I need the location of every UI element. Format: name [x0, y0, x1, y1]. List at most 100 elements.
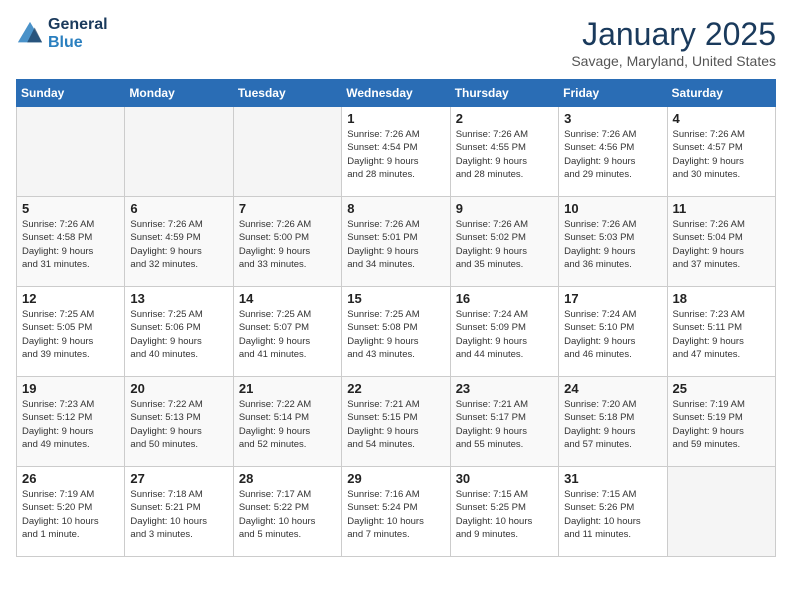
calendar-cell: 7Sunrise: 7:26 AM Sunset: 5:00 PM Daylig…: [233, 197, 341, 287]
day-number: 23: [456, 381, 553, 396]
calendar-cell: 8 Sunrise: 7:26 AM Sunset: 5:01 PM Daylig…: [342, 197, 450, 287]
day-info: Sunrise: 7:24 AM Sunset: 5:10 PM Dayligh…: [564, 308, 661, 361]
day-info: Sunrise: 7:17 AM Sunset: 5:22 PM Dayligh…: [239, 488, 336, 541]
calendar-cell: 26 Sunrise: 7:19 AM Sunset: 5:20 PM Dayli…: [17, 467, 125, 557]
calendar-week-4: 19 Sunrise: 7:23 AM Sunset: 5:12 PM Dayli…: [17, 377, 776, 467]
day-number: 6: [130, 201, 227, 216]
calendar-cell: 11Sunrise: 7:26 AM Sunset: 5:04 PM Dayli…: [667, 197, 775, 287]
weekday-header-tuesday: Tuesday: [233, 80, 341, 107]
day-number: 20: [130, 381, 227, 396]
day-number: 25: [673, 381, 770, 396]
calendar-cell: [17, 107, 125, 197]
day-number: 8: [347, 201, 444, 216]
calendar-cell: 6Sunrise: 7:26 AM Sunset: 4:59 PM Daylig…: [125, 197, 233, 287]
day-info: Sunrise: 7:26 AM Sunset: 5:03 PM Dayligh…: [564, 218, 661, 271]
day-info: Sunrise: 7:25 AM Sunset: 5:08 PM Dayligh…: [347, 308, 444, 361]
day-info: Sunrise: 7:23 AM Sunset: 5:12 PM Dayligh…: [22, 398, 119, 451]
day-info: Sunrise: 7:23 AM Sunset: 5:11 PM Dayligh…: [673, 308, 770, 361]
day-number: 13: [130, 291, 227, 306]
day-info: Sunrise: 7:26 AM Sunset: 4:56 PM Dayligh…: [564, 128, 661, 181]
calendar-week-3: 12 Sunrise: 7:25 AM Sunset: 5:05 PM Dayli…: [17, 287, 776, 377]
calendar-cell: 4 Sunrise: 7:26 AM Sunset: 4:57 PM Daylig…: [667, 107, 775, 197]
calendar-cell: 19 Sunrise: 7:23 AM Sunset: 5:12 PM Dayli…: [17, 377, 125, 467]
day-number: 28: [239, 471, 336, 486]
day-info: Sunrise: 7:21 AM Sunset: 5:17 PM Dayligh…: [456, 398, 553, 451]
day-number: 11: [673, 201, 770, 216]
calendar-cell: 9 Sunrise: 7:26 AM Sunset: 5:02 PM Daylig…: [450, 197, 558, 287]
month-title: January 2025: [571, 16, 776, 53]
day-info: Sunrise: 7:18 AM Sunset: 5:21 PM Dayligh…: [130, 488, 227, 541]
calendar-cell: 24 Sunrise: 7:20 AM Sunset: 5:18 PM Dayli…: [559, 377, 667, 467]
day-info: Sunrise: 7:26 AM Sunset: 4:54 PM Dayligh…: [347, 128, 444, 181]
calendar-cell: 12 Sunrise: 7:25 AM Sunset: 5:05 PM Dayli…: [17, 287, 125, 377]
calendar-cell: 21Sunrise: 7:22 AM Sunset: 5:14 PM Dayli…: [233, 377, 341, 467]
day-number: 22: [347, 381, 444, 396]
day-number: 31: [564, 471, 661, 486]
calendar-table: SundayMondayTuesdayWednesdayThursdayFrid…: [16, 79, 776, 557]
day-number: 29: [347, 471, 444, 486]
weekday-header-row: SundayMondayTuesdayWednesdayThursdayFrid…: [17, 80, 776, 107]
calendar-cell: 2 Sunrise: 7:26 AM Sunset: 4:55 PM Daylig…: [450, 107, 558, 197]
day-number: 12: [22, 291, 119, 306]
day-info: Sunrise: 7:20 AM Sunset: 5:18 PM Dayligh…: [564, 398, 661, 451]
day-number: 1: [347, 111, 444, 126]
calendar-week-5: 26 Sunrise: 7:19 AM Sunset: 5:20 PM Dayli…: [17, 467, 776, 557]
day-info: Sunrise: 7:15 AM Sunset: 5:26 PM Dayligh…: [564, 488, 661, 541]
calendar-cell: 27 Sunrise: 7:18 AM Sunset: 5:21 PM Dayli…: [125, 467, 233, 557]
page-container: General Blue January 2025 Savage, Maryla…: [16, 16, 776, 557]
day-number: 21: [239, 381, 336, 396]
day-info: Sunrise: 7:26 AM Sunset: 5:01 PM Dayligh…: [347, 218, 444, 271]
day-number: 2: [456, 111, 553, 126]
calendar-cell: 13Sunrise: 7:25 AM Sunset: 5:06 PM Dayli…: [125, 287, 233, 377]
calendar-cell: 17Sunrise: 7:24 AM Sunset: 5:10 PM Dayli…: [559, 287, 667, 377]
calendar-cell: 22Sunrise: 7:21 AM Sunset: 5:15 PM Dayli…: [342, 377, 450, 467]
logo-icon: [16, 20, 44, 48]
day-number: 5: [22, 201, 119, 216]
day-info: Sunrise: 7:25 AM Sunset: 5:05 PM Dayligh…: [22, 308, 119, 361]
calendar-cell: 31 Sunrise: 7:15 AM Sunset: 5:26 PM Dayli…: [559, 467, 667, 557]
day-number: 30: [456, 471, 553, 486]
day-info: Sunrise: 7:26 AM Sunset: 4:57 PM Dayligh…: [673, 128, 770, 181]
day-info: Sunrise: 7:19 AM Sunset: 5:20 PM Dayligh…: [22, 488, 119, 541]
calendar-cell: 10Sunrise: 7:26 AM Sunset: 5:03 PM Dayli…: [559, 197, 667, 287]
calendar-cell: 28 Sunrise: 7:17 AM Sunset: 5:22 PM Dayli…: [233, 467, 341, 557]
location: Savage, Maryland, United States: [571, 53, 776, 69]
weekday-header-saturday: Saturday: [667, 80, 775, 107]
day-info: Sunrise: 7:24 AM Sunset: 5:09 PM Dayligh…: [456, 308, 553, 361]
calendar-week-1: 1 Sunrise: 7:26 AM Sunset: 4:54 PM Daylig…: [17, 107, 776, 197]
calendar-cell: [125, 107, 233, 197]
calendar-cell: 14Sunrise: 7:25 AM Sunset: 5:07 PM Dayli…: [233, 287, 341, 377]
day-number: 16: [456, 291, 553, 306]
logo-text: General Blue: [48, 16, 108, 52]
day-number: 9: [456, 201, 553, 216]
day-number: 7: [239, 201, 336, 216]
weekday-header-sunday: Sunday: [17, 80, 125, 107]
weekday-header-friday: Friday: [559, 80, 667, 107]
calendar-cell: 15Sunrise: 7:25 AM Sunset: 5:08 PM Dayli…: [342, 287, 450, 377]
day-info: Sunrise: 7:15 AM Sunset: 5:25 PM Dayligh…: [456, 488, 553, 541]
day-info: Sunrise: 7:25 AM Sunset: 5:07 PM Dayligh…: [239, 308, 336, 361]
calendar-cell: 30 Sunrise: 7:15 AM Sunset: 5:25 PM Dayli…: [450, 467, 558, 557]
calendar-cell: [667, 467, 775, 557]
day-number: 27: [130, 471, 227, 486]
calendar-cell: 3Sunrise: 7:26 AM Sunset: 4:56 PM Daylig…: [559, 107, 667, 197]
title-block: January 2025 Savage, Maryland, United St…: [571, 16, 776, 69]
calendar-cell: 25Sunrise: 7:19 AM Sunset: 5:19 PM Dayli…: [667, 377, 775, 467]
day-number: 26: [22, 471, 119, 486]
calendar-cell: 29Sunrise: 7:16 AM Sunset: 5:24 PM Dayli…: [342, 467, 450, 557]
day-number: 19: [22, 381, 119, 396]
calendar-cell: 23 Sunrise: 7:21 AM Sunset: 5:17 PM Dayli…: [450, 377, 558, 467]
weekday-header-monday: Monday: [125, 80, 233, 107]
calendar-cell: 1 Sunrise: 7:26 AM Sunset: 4:54 PM Daylig…: [342, 107, 450, 197]
day-number: 24: [564, 381, 661, 396]
day-info: Sunrise: 7:26 AM Sunset: 5:02 PM Dayligh…: [456, 218, 553, 271]
day-info: Sunrise: 7:26 AM Sunset: 4:55 PM Dayligh…: [456, 128, 553, 181]
day-number: 18: [673, 291, 770, 306]
header: General Blue January 2025 Savage, Maryla…: [16, 16, 776, 69]
day-number: 4: [673, 111, 770, 126]
calendar-cell: 20 Sunrise: 7:22 AM Sunset: 5:13 PM Dayli…: [125, 377, 233, 467]
day-info: Sunrise: 7:22 AM Sunset: 5:13 PM Dayligh…: [130, 398, 227, 451]
calendar-cell: 18 Sunrise: 7:23 AM Sunset: 5:11 PM Dayli…: [667, 287, 775, 377]
calendar-cell: 5Sunrise: 7:26 AM Sunset: 4:58 PM Daylig…: [17, 197, 125, 287]
logo: General Blue: [16, 16, 108, 52]
